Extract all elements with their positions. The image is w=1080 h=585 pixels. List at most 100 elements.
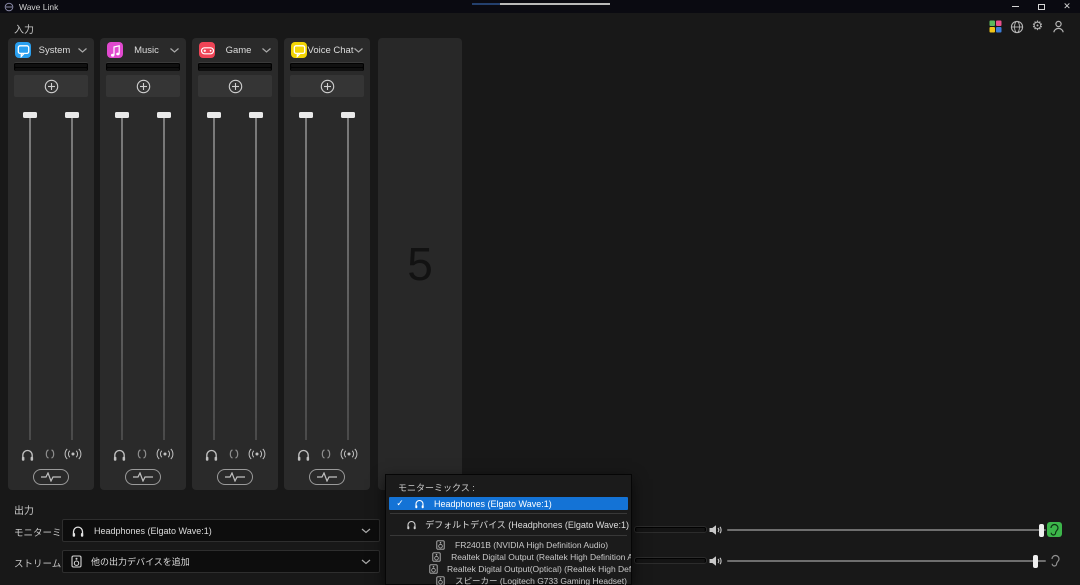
window-title: Wave Link — [19, 2, 58, 12]
popup-item-device[interactable]: FR2401B (NVIDIA High Definition Audio) — [386, 539, 631, 551]
stream-mix-volume-slider[interactable] — [727, 554, 1046, 568]
broadcast-icon — [64, 448, 82, 460]
level-meter — [106, 62, 180, 71]
stream-fader[interactable] — [340, 112, 356, 442]
popup-device-list: FR2401B (NVIDIA High Definition Audio) R… — [386, 539, 631, 585]
channel-strip-system: System — [8, 38, 94, 490]
speaker-device-icon — [432, 540, 448, 550]
monitor-fader[interactable] — [22, 112, 38, 442]
popup-item-device[interactable]: スピーカー (Logitech G733 Gaming Headset) — [386, 575, 631, 585]
monitor-fader[interactable] — [114, 112, 130, 442]
unlink-icon[interactable] — [136, 449, 148, 459]
popup-item-label: Headphones (Elgato Wave:1) — [434, 499, 552, 509]
add-effect-button[interactable] — [198, 75, 272, 97]
speaker-device-icon — [71, 555, 82, 568]
level-meter — [290, 62, 364, 71]
channel-strip-voice-chat: Voice Chat — [284, 38, 370, 490]
output-section-label: 出力 — [14, 502, 34, 517]
minimize-button[interactable] — [1002, 0, 1028, 13]
background-window-edge — [472, 3, 500, 5]
stream-mix-device-select[interactable]: 他の出力デバイスを追加 — [62, 550, 380, 573]
popup-item-default-device[interactable]: デフォルトデバイス (Headphones (Elgato Wave:1) (D… — [386, 517, 631, 532]
input-section-label: 入力 — [14, 21, 34, 36]
speaker-volume-icon — [708, 555, 724, 567]
popup-item-label: デフォルトデバイス (Headphones (Elgato Wave:1) (D… — [425, 518, 631, 531]
monitor-ear-button[interactable] — [1047, 522, 1062, 537]
chat-bubble-icon — [291, 42, 307, 58]
broadcast-icon — [248, 448, 266, 460]
audio-effects-button[interactable] — [217, 469, 253, 485]
audio-effects-button[interactable] — [33, 469, 69, 485]
wave-link-logo-icon — [4, 2, 14, 12]
speaker-volume-icon — [708, 524, 724, 536]
channel-label: Game — [215, 45, 262, 56]
headphones-icon — [71, 524, 85, 538]
unlink-icon[interactable] — [44, 449, 56, 459]
add-effect-button[interactable] — [14, 75, 88, 97]
monitor-mix-device-popup: モニターミックス : ✓ Headphones (Elgato Wave:1) … — [385, 474, 632, 585]
monitor-mix-volume-slider[interactable] — [727, 523, 1046, 537]
settings-gear-icon[interactable]: ⚙ — [1030, 19, 1045, 34]
popup-item-label: Realtek Digital Output (Realtek High Def… — [451, 552, 631, 562]
popup-item-label: FR2401B (NVIDIA High Definition Audio) — [455, 540, 608, 550]
account-icon[interactable] — [1051, 19, 1066, 34]
headphones-icon — [296, 447, 311, 462]
chevron-down-icon[interactable] — [170, 48, 179, 53]
chevron-down-icon — [361, 559, 371, 565]
chat-bubble-icon — [15, 42, 31, 58]
popup-item-label: Realtek Digital Output(Optical) (Realtek… — [447, 564, 631, 574]
game-controller-icon — [199, 42, 215, 58]
unlink-icon[interactable] — [228, 449, 240, 459]
monitor-mix-level-meter — [634, 526, 707, 533]
community-icon[interactable] — [1009, 19, 1024, 34]
speaker-device-icon — [427, 564, 440, 574]
headphones-icon — [112, 447, 127, 462]
speaker-device-icon — [430, 552, 444, 562]
audio-effects-button[interactable] — [125, 469, 161, 485]
monitor-fader[interactable] — [298, 112, 314, 442]
close-button[interactable]: ✕ — [1054, 0, 1080, 13]
stream-fader[interactable] — [248, 112, 264, 442]
stream-fader[interactable] — [156, 112, 172, 442]
music-note-icon — [107, 42, 123, 58]
marketplace-icon[interactable] — [988, 19, 1003, 34]
channel-label: Music — [123, 45, 170, 56]
unlink-icon[interactable] — [320, 449, 332, 459]
stream-mix-device-value: 他の出力デバイスを追加 — [91, 555, 361, 568]
channel-strip-music: Music — [100, 38, 186, 490]
channel-label: System — [31, 45, 78, 56]
wave-link-window: Wave Link ✕ ⚙ 入力 System — [0, 0, 1080, 585]
monitor-mix-device-value: Headphones (Elgato Wave:1) — [94, 526, 361, 536]
broadcast-icon — [156, 448, 174, 460]
speaker-device-icon — [432, 576, 448, 585]
popup-separator — [390, 513, 627, 514]
stream-mix-level-meter — [634, 557, 707, 564]
popup-item-selected[interactable]: ✓ Headphones (Elgato Wave:1) — [389, 497, 628, 510]
check-icon: ✓ — [389, 498, 411, 509]
popup-item-device[interactable]: Realtek Digital Output (Realtek High Def… — [386, 551, 631, 563]
chevron-down-icon[interactable] — [78, 48, 87, 53]
monitor-fader[interactable] — [206, 112, 222, 442]
add-effect-button[interactable] — [290, 75, 364, 97]
popup-title: モニターミックス : — [386, 475, 631, 497]
empty-channel-slot[interactable]: 5 — [378, 38, 462, 490]
monitor-mix-device-select[interactable]: Headphones (Elgato Wave:1) — [62, 519, 380, 542]
audio-effects-button[interactable] — [309, 469, 345, 485]
chevron-down-icon[interactable] — [262, 48, 271, 53]
popup-item-device[interactable]: Realtek Digital Output(Optical) (Realtek… — [386, 563, 631, 575]
level-meter — [14, 62, 88, 71]
background-window-edge — [500, 3, 610, 5]
slot-number: 5 — [407, 237, 433, 291]
maximize-button[interactable] — [1028, 0, 1054, 13]
title-bar: Wave Link ✕ — [0, 0, 1080, 13]
stream-fader[interactable] — [64, 112, 80, 442]
channel-strip-game: Game — [192, 38, 278, 490]
level-meter — [198, 62, 272, 71]
popup-item-label: スピーカー (Logitech G733 Gaming Headset) — [455, 575, 627, 585]
add-effect-button[interactable] — [106, 75, 180, 97]
chevron-down-icon[interactable] — [354, 48, 363, 53]
headphones-icon — [204, 447, 219, 462]
stream-ear-button[interactable] — [1048, 553, 1063, 568]
headphones-icon — [405, 519, 419, 530]
broadcast-icon — [340, 448, 358, 460]
